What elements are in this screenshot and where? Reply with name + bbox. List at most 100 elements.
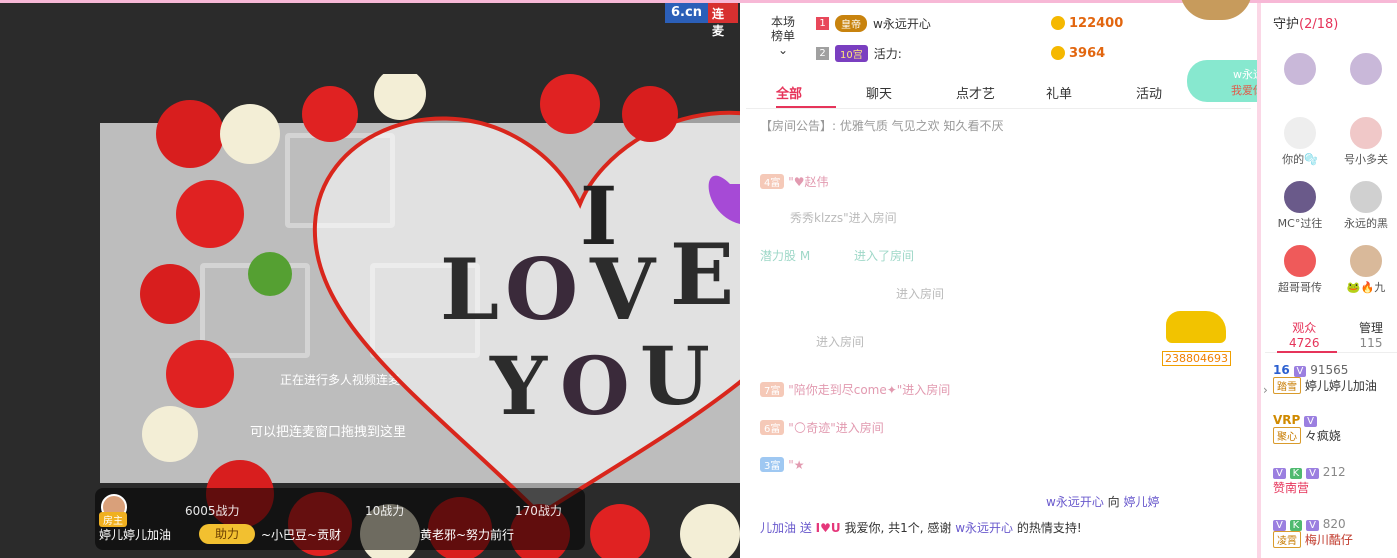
user-points: 91565 [1310, 363, 1349, 377]
tab-gifts[interactable]: 礼单 [1046, 71, 1106, 108]
vip-badge: V [1306, 468, 1319, 479]
vip-badge: V [1273, 520, 1286, 531]
tab-chat[interactable]: 聊天 [866, 71, 926, 108]
rank-user-name: w永远开心 [873, 16, 931, 31]
video-player[interactable]: 正在进行多人视频连麦 可以把连麦窗口拖拽到这里 6.cn 连麦 [0, 3, 740, 558]
audience-user[interactable]: 16 V 91565 踏雪 婷儿婷儿加油 [1273, 363, 1397, 394]
coin-icon [1051, 46, 1065, 60]
chat-text: "🌕奇迹"进入房间 [788, 421, 884, 435]
guard-item[interactable]: 号小多关 [1333, 115, 1397, 167]
admin-count: 115 [1359, 336, 1383, 350]
audience-user[interactable]: V K V 820 凌霄 梅川酷仔 [1273, 517, 1397, 548]
chat-message: 潜力股 M 进入了房间 [760, 247, 914, 264]
avatar [1282, 179, 1318, 215]
chat-text: "陪你走到尽come✦"进入房间 [788, 383, 951, 397]
guard-name: 号小多关 [1344, 153, 1388, 166]
user-nick[interactable]: "♥赵伟 [788, 175, 828, 189]
rank-row[interactable]: 1 皇帝 w永远开心 122400 [816, 12, 1216, 34]
host-slogan: 黄老邪~努力前行 [420, 528, 515, 542]
multi-video-stage[interactable]: 正在进行多人视频连麦 可以把连麦窗口拖拽到这里 [100, 123, 740, 483]
gift-to-word: 向 [1107, 495, 1120, 509]
rank-label-line1: 本场 [770, 15, 795, 29]
k-badge: K [1289, 468, 1303, 479]
user-nick[interactable]: 潜力股 M [760, 249, 810, 263]
guard-name: 你的🫧 [1282, 153, 1318, 166]
power-value: 6005战力 [185, 504, 240, 518]
audience-user[interactable]: V K V 212 赞南营 [1273, 465, 1397, 496]
chat-text: "★ [788, 458, 805, 472]
vip-badge: V [1293, 366, 1307, 377]
guard-item[interactable]: MC°过往 [1267, 179, 1333, 231]
guard-name: MC°过往 [1277, 217, 1323, 230]
rank-number: 1 [816, 16, 829, 30]
chat-message: 进入房间 [816, 335, 865, 349]
power-value: 170战力 [515, 504, 562, 518]
user-name: 婷儿婷儿加油 [1304, 379, 1377, 393]
avatar [1348, 243, 1384, 279]
car-id: 238804693 [1162, 351, 1231, 366]
avatar [1348, 51, 1384, 87]
link-mic-tag: 连麦 [707, 3, 738, 38]
guard-title-text: 守护 [1273, 17, 1300, 32]
guard-item[interactable]: 永远的黑 [1333, 179, 1397, 231]
avatar [1282, 51, 1318, 87]
chat-message: 6富 "🌕奇迹"进入房间 [760, 419, 884, 436]
tab-all[interactable]: 全部 [776, 71, 836, 108]
chat-tabs: 全部 聊天 点才艺 礼单 活动 [746, 71, 1251, 109]
chat-message-list[interactable]: 【房间公告】: 优雅气质 气见之欢 知久看不厌 4富 "♥赵伟 秀秀klzzs"… [746, 111, 1241, 551]
avatar [1348, 179, 1384, 215]
video-slot-placeholder [285, 133, 395, 228]
avatar [1282, 243, 1318, 279]
guard-item[interactable] [1267, 51, 1333, 87]
tab-admins[interactable]: 管理 115 [1359, 319, 1383, 350]
rank-number: 2 [816, 46, 829, 60]
guard-name: 永远的黑 [1344, 217, 1388, 230]
host-name[interactable]: 婷儿婷儿加油 [99, 526, 171, 543]
coin-icon [1051, 16, 1065, 30]
rank-row[interactable]: 2 10宫 活力: 3964 [816, 42, 1216, 64]
wealth-level-badge: 4富 [760, 174, 785, 189]
gift-message-line2: 儿加油 送 I♥U 我爱你, 共1个, 感谢 w永远开心 的热情支持! [760, 519, 1082, 536]
guard-item[interactable] [1333, 51, 1397, 87]
chat-message: 4富 "♥赵伟 [760, 173, 828, 190]
top-contributor: ~小巴豆~贡财 [261, 528, 342, 542]
tab-audience[interactable]: 观众 4726 [1289, 319, 1320, 350]
guard-item[interactable]: 你的🫧 [1267, 115, 1333, 167]
power-value: 10战力 [365, 504, 405, 518]
guard-name: 🐸🔥九 [1346, 281, 1386, 294]
chevron-right-icon[interactable]: › [1263, 383, 1268, 397]
tab-admins-label: 管理 [1359, 321, 1384, 335]
gift-receiver[interactable]: 婷儿婷 [1124, 495, 1160, 509]
guard-item[interactable]: 超哥哥传 [1267, 243, 1333, 295]
avatar [1348, 115, 1384, 151]
audience-count: 4726 [1289, 336, 1320, 350]
chat-message: 3富 "★ [760, 457, 804, 472]
gift-sender[interactable]: w永远开心 [955, 521, 1013, 535]
rank-board: 本场 榜单 ⌄ 1 皇帝 w永远开心 122400 2 10宫 活力: 3964 [746, 6, 1251, 66]
user-name: 赞南营 [1273, 481, 1310, 495]
tab-audience-label: 观众 [1292, 321, 1317, 335]
host-badge: 房主 [99, 512, 127, 527]
chevron-down-icon: ⌄ [777, 43, 789, 57]
video-slot-placeholder [370, 263, 480, 358]
vip-badge: V [1304, 416, 1317, 427]
audience-user[interactable]: VRP V 聚心 々疯娆 [1273, 413, 1397, 444]
audience-tabs: 观众 4726 管理 115 [1265, 313, 1397, 353]
boost-button[interactable]: 助力 [199, 524, 255, 544]
user-extra: 820 [1322, 517, 1346, 531]
user-extra: 212 [1322, 465, 1346, 479]
guard-item[interactable]: 🐸🔥九 [1333, 243, 1397, 295]
wealth-level-badge: 7富 [760, 382, 785, 397]
chat-panel: 本场 榜单 ⌄ 1 皇帝 w永远开心 122400 2 10宫 活力: 3964… [740, 3, 1257, 558]
tab-talent[interactable]: 点才艺 [956, 71, 1016, 108]
wealth-level-badge: 6富 [760, 420, 785, 435]
multi-video-message: 正在进行多人视频连麦 [280, 373, 401, 387]
rank-user-name: 活力: [873, 46, 902, 61]
user-name: 梅川酷仔 [1304, 533, 1353, 547]
k-badge: K [1289, 520, 1303, 531]
car-icon [1166, 311, 1226, 343]
chat-message: 进入房间 [896, 287, 945, 301]
gift-receiver-cont: 儿加油 送 [760, 521, 812, 535]
gift-sender[interactable]: w永远开心 [1046, 495, 1104, 509]
rank-board-label[interactable]: 本场 榜单 ⌄ [768, 15, 798, 57]
